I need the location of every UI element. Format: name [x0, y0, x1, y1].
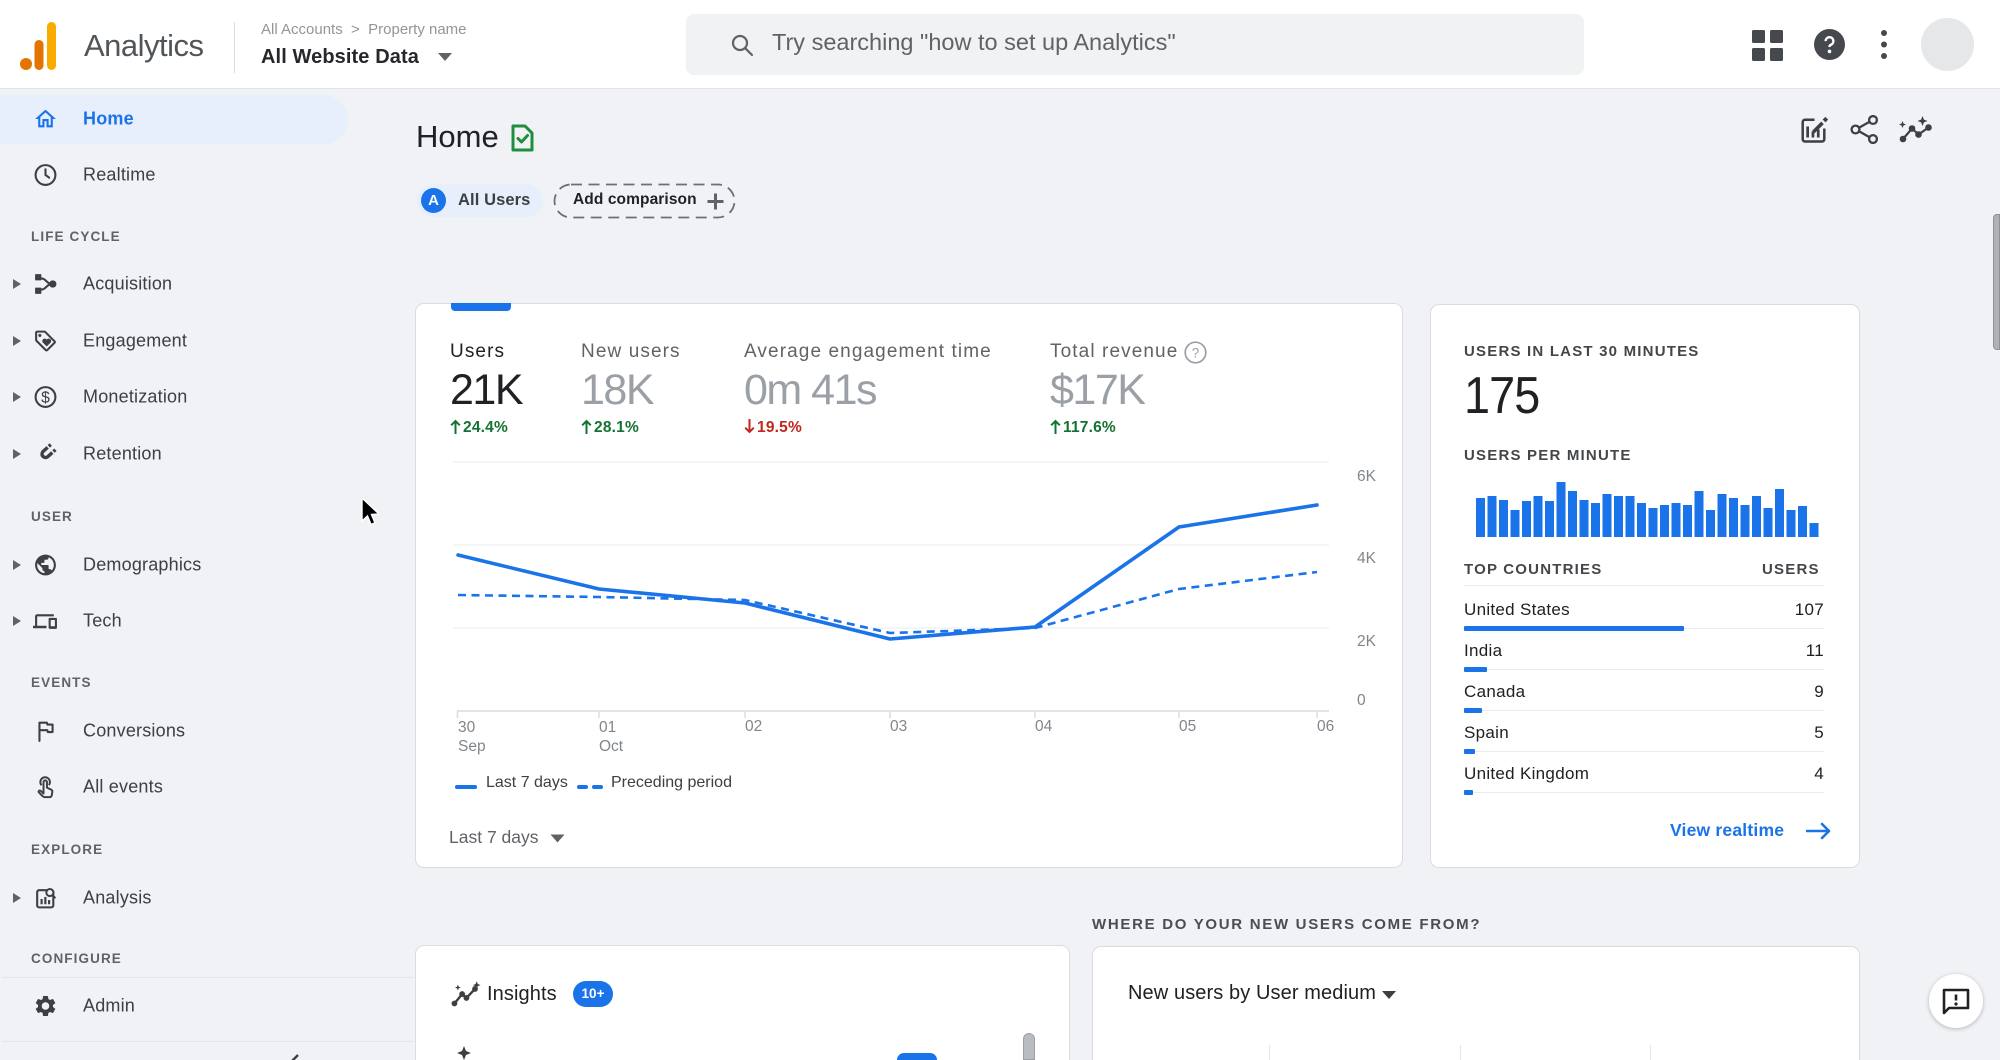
svg-text:?: ? — [1192, 346, 1200, 361]
svg-text:$: $ — [41, 390, 50, 407]
